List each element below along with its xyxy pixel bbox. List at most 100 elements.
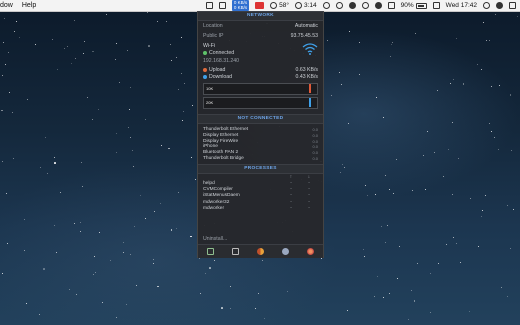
disk-icon[interactable] — [282, 248, 289, 255]
star — [165, 20, 167, 22]
star — [3, 17, 5, 19]
dropbox-icon[interactable] — [205, 2, 213, 9]
star — [184, 83, 186, 85]
star — [481, 209, 483, 211]
star — [457, 157, 459, 159]
display-menu-icon[interactable] — [387, 2, 395, 9]
star — [412, 189, 414, 191]
star — [200, 292, 202, 294]
download-label: Download — [209, 74, 233, 80]
star — [382, 116, 384, 118]
star — [182, 119, 184, 121]
star — [81, 161, 83, 163]
star — [342, 164, 344, 166]
star — [375, 194, 376, 196]
star — [499, 84, 501, 86]
star — [81, 185, 83, 187]
services-list: Thunderbolt Ethernet 0.0 Display Ethernet… — [198, 127, 323, 162]
star — [14, 30, 16, 32]
star — [93, 273, 95, 275]
location-value[interactable]: Automatic — [295, 23, 318, 30]
graph-bottom-label: 20K — [206, 100, 214, 105]
battery-icon — [415, 2, 427, 9]
network-icon[interactable] — [307, 248, 314, 255]
service-row[interactable]: Thunderbolt Bridge 0.0 — [198, 156, 323, 162]
star — [83, 41, 85, 43]
star — [358, 74, 360, 76]
bluetooth-icon[interactable] — [348, 2, 356, 9]
star — [347, 309, 349, 311]
wifi-menu-icon[interactable] — [361, 2, 369, 9]
user-icon[interactable] — [335, 2, 343, 9]
star — [181, 72, 183, 74]
star — [126, 303, 128, 305]
menu-window[interactable]: dow — [0, 2, 13, 9]
star — [136, 284, 138, 286]
star — [129, 87, 131, 89]
star — [98, 109, 100, 111]
star — [509, 247, 511, 249]
star — [39, 166, 41, 168]
star — [391, 41, 394, 44]
battery-menu[interactable]: 90% — [401, 2, 427, 9]
star — [53, 156, 55, 158]
public-ip-value: 93.75.45.53 — [290, 33, 318, 39]
star — [92, 50, 94, 53]
star — [198, 258, 200, 260]
star — [127, 49, 129, 51]
star — [59, 191, 61, 193]
star — [455, 243, 457, 245]
weather-menu[interactable]: 58° — [270, 2, 289, 9]
star — [56, 68, 58, 70]
star — [127, 127, 129, 129]
star — [348, 122, 350, 124]
star — [54, 225, 56, 227]
network-dropdown-panel: NETWORK Location Automatic Public IP 93.… — [197, 11, 324, 258]
star — [69, 288, 71, 290]
timemachine-icon[interactable] — [322, 2, 330, 9]
star — [451, 121, 453, 123]
star — [417, 262, 419, 264]
star — [178, 191, 180, 193]
wifi-label: Wi-Fi — [203, 43, 216, 49]
process-list: helpd - - CVMCompiler - - iStatMenusDaem - - m… — [198, 181, 323, 212]
cpu-icon[interactable] — [257, 248, 264, 255]
uninstall-link[interactable]: Uninstall... — [203, 236, 227, 243]
monitor-icon[interactable] — [207, 248, 214, 255]
location-row: Location Automatic — [198, 23, 323, 30]
star — [480, 216, 482, 218]
star — [2, 41, 5, 44]
star — [129, 136, 131, 138]
star — [423, 154, 425, 156]
star — [191, 156, 193, 158]
star — [358, 42, 360, 44]
star — [366, 194, 368, 196]
star — [12, 112, 14, 114]
star — [79, 221, 81, 223]
flag-icon[interactable] — [255, 2, 265, 9]
star — [390, 44, 392, 46]
module-dock — [198, 244, 323, 258]
display-icon[interactable] — [232, 248, 239, 255]
star — [383, 297, 385, 299]
volume-icon[interactable] — [374, 2, 382, 9]
clock-menu-small[interactable]: 3:14 — [295, 2, 317, 9]
spotlight-icon[interactable] — [483, 2, 490, 9]
star — [481, 69, 483, 71]
star — [230, 308, 232, 310]
star — [460, 262, 462, 264]
time-small-label: 3:14 — [304, 2, 317, 9]
clock-label[interactable]: Wed 17:42 — [446, 2, 477, 9]
process-row[interactable]: mdworker - - — [198, 206, 323, 212]
siri-icon[interactable] — [496, 2, 503, 9]
network-menu-badge[interactable]: 0 KB/s 0 KB/s — [231, 0, 250, 11]
star — [261, 259, 263, 261]
star — [74, 223, 76, 225]
star — [437, 90, 439, 92]
menu-help[interactable]: Help — [22, 2, 36, 9]
star — [114, 59, 116, 61]
star — [413, 300, 416, 303]
notification-center-icon[interactable] — [509, 2, 516, 9]
flag-input-icon[interactable] — [432, 2, 440, 9]
cpu-menu[interactable] — [218, 2, 226, 9]
